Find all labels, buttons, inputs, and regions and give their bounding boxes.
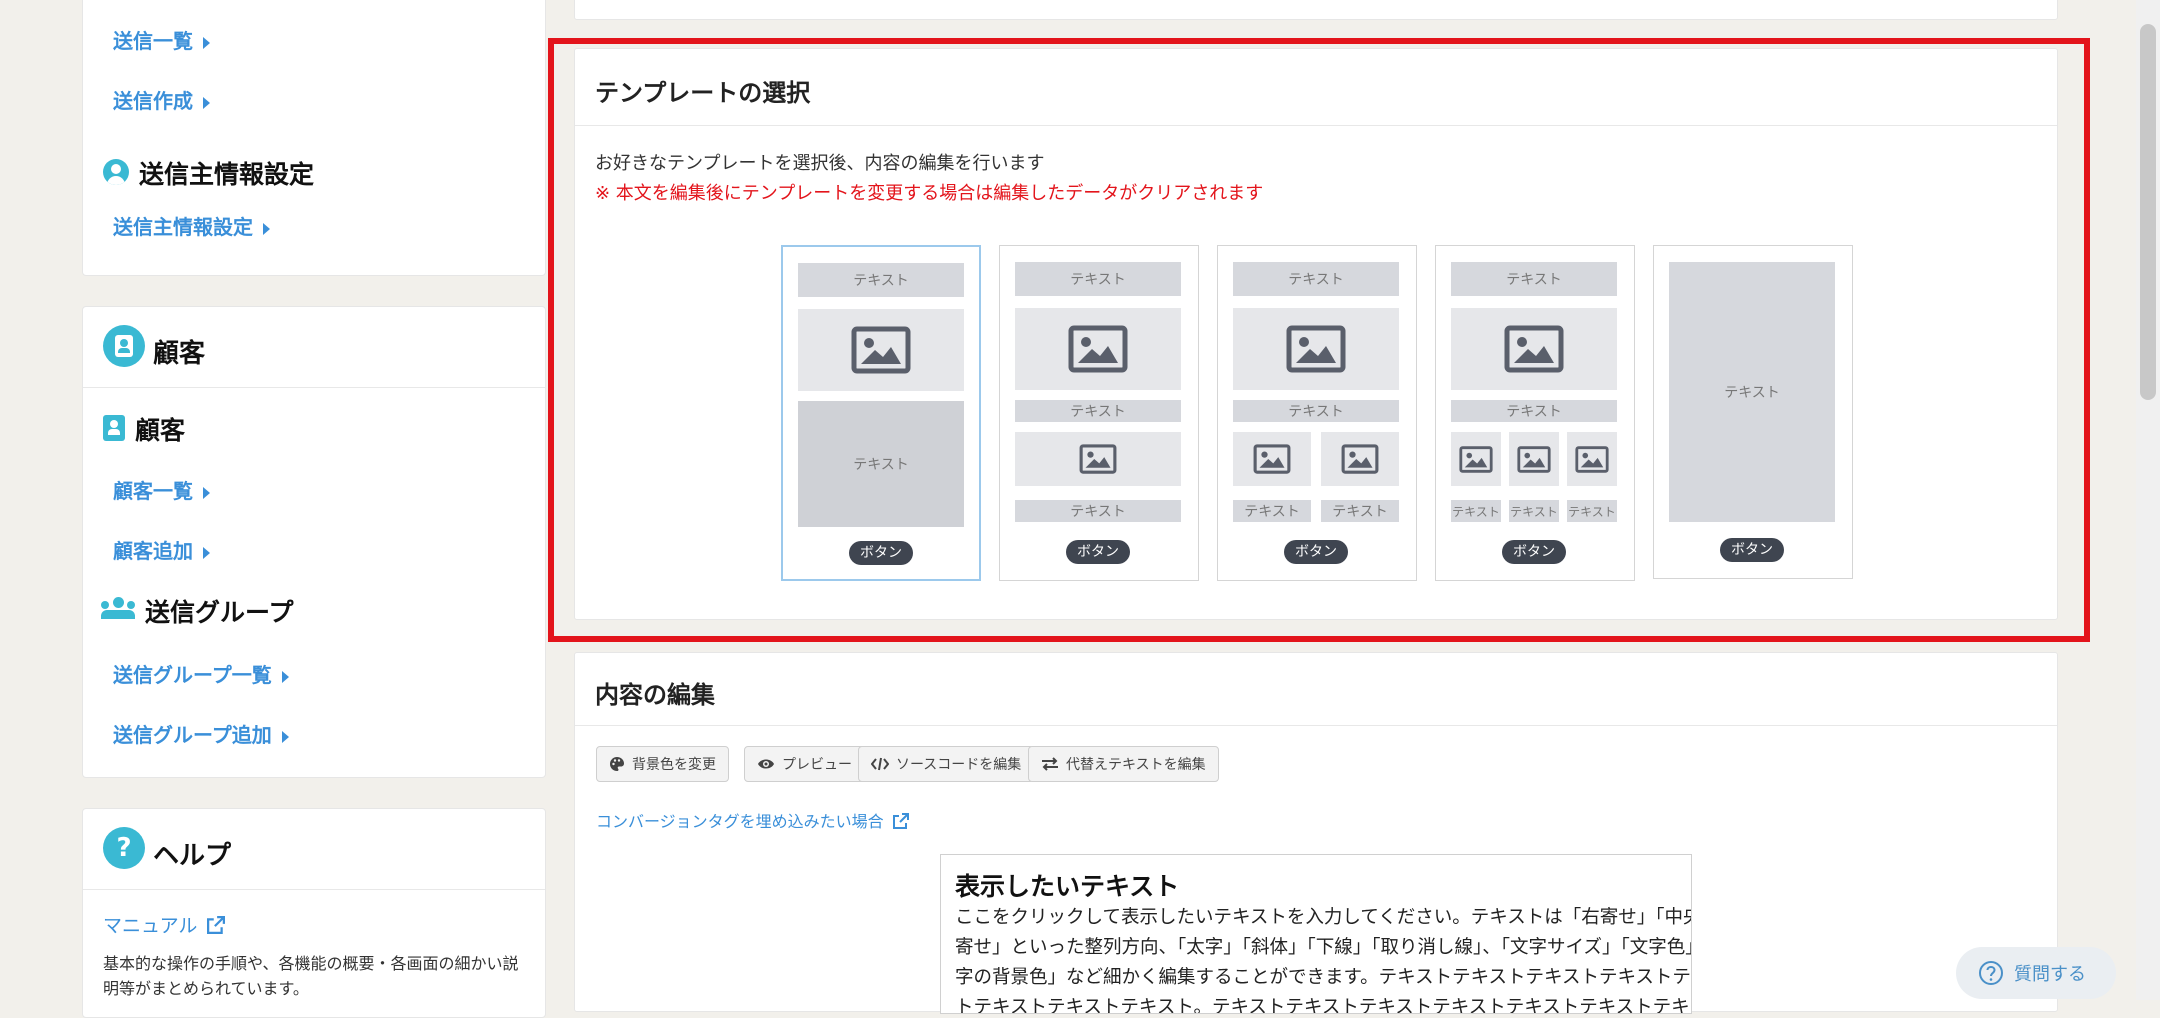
scrollbar-thumb[interactable] [2140,24,2156,400]
sidebar-item-send-create[interactable]: 送信作成 [113,85,210,114]
code-icon [871,757,889,771]
external-link-icon [892,813,909,829]
top-panel-remnant [574,0,2058,20]
palette-icon [610,757,624,771]
users-icon [101,597,135,619]
editor-body-line: 字の背景色」など細かく編集することができます。テキストテキストテキストテキストテ… [955,967,1691,988]
content-edit-title: 内容の編集 [595,681,715,709]
caret-right-icon [281,730,289,743]
question-circle-icon: ? [103,827,145,869]
sidebar-subheading-customer: 顧客 [135,416,186,445]
alt-text-button[interactable]: 代替えテキストを編集 [1028,746,1219,782]
sidebar-item-label: 送信グループ追加 [113,723,272,747]
source-edit-label: ソースコードを編集 [896,757,1022,773]
caret-right-icon [263,222,270,235]
divider [575,725,2057,726]
bg-color-button[interactable]: 背景色を変更 [596,746,729,782]
conversion-tag-link[interactable]: コンバージョンタグを埋め込みたい場合 [596,808,909,832]
sidebar-heading-sender-settings: 送信主情報設定 [139,160,315,189]
sidebar-subheading-send-group: 送信グループ [145,598,294,627]
external-link-icon [207,916,226,934]
editor-body-line: トテキストテキストテキスト。テキストテキストテキストテキストテキストテキストテキ… [955,997,1691,1014]
manual-link[interactable]: マニュアル [103,911,226,938]
manual-description-line: 基本的な操作の手順や、各機能の概要・各画面の細かい説 [103,954,519,973]
caret-right-icon [203,546,210,559]
sidebar-item-label: 顧客一覧 [113,479,193,503]
preview-button[interactable]: プレビュー [744,746,865,782]
sidebar-item-send-list[interactable]: 送信一覧 [113,25,210,54]
editor-body: ここをクリックして表示したいテキストを入力してください。テキストは「右寄せ」「中… [955,903,1692,1014]
sidebar-item-customer-list[interactable]: 顧客一覧 [113,475,210,504]
editor-body-line: 寄せ」といった整列方向、「太字」「斜体」「下線」「取り消し線」、「文字サイズ」「… [955,937,1692,958]
scrollbar-track[interactable] [2136,0,2160,1000]
eye-icon [758,759,774,769]
exchange-icon [1042,757,1058,771]
sidebar-item-label: 送信グループ一覧 [113,663,272,687]
caret-right-icon [203,486,210,499]
editor-body-line: ここをクリックして表示したいテキストを入力してください。テキストは「右寄せ」「中… [955,907,1691,928]
manual-link-label: マニュアル [103,915,198,937]
preview-label: プレビュー [782,757,852,773]
bg-color-label: 背景色を変更 [632,757,716,773]
sidebar-item-group-add[interactable]: 送信グループ追加 [113,719,289,748]
sidebar-send-card: 送信一覧 送信作成 送信主情報設定 送信主情報設定 [82,0,546,276]
manual-description-line: 明等がまとめられています。 [103,979,309,998]
caret-right-icon [203,36,210,49]
sidebar-item-label: 送信主情報設定 [113,215,253,239]
caret-right-icon [281,670,289,683]
alt-text-label: 代替えテキストを編集 [1066,757,1206,773]
divider [83,889,545,890]
divider [83,387,545,388]
sidebar-item-label: 送信作成 [113,89,193,113]
ask-question-label: 質問する [2014,964,2086,985]
address-book-icon [103,415,125,441]
manual-description: 基本的な操作の手順や、各機能の概要・各画面の細かい説 明等がまとめられています。 [103,951,519,1001]
sidebar-heading-customer: 顧客 [153,339,206,369]
caret-right-icon [203,96,210,109]
ask-question-button[interactable]: 質問する [1956,947,2116,999]
sidebar-help-card: ? ヘルプ マニュアル 基本的な操作の手順や、各機能の概要・各画面の細かい説 明… [82,808,546,1018]
highlight-frame [548,38,2090,642]
sidebar-customer-card: 顧客 顧客 顧客一覧 顧客追加 送信グループ 送信グループ一覧 送信グループ追加 [82,306,546,778]
sidebar-item-sender-settings[interactable]: 送信主情報設定 [113,211,270,240]
sidebar-item-label: 顧客追加 [113,539,193,563]
editor-heading: 表示したいテキスト [955,872,1180,901]
address-book-icon [103,325,145,367]
source-edit-button[interactable]: ソースコードを編集 [858,746,1035,782]
template-editor[interactable]: 表示したいテキスト ここをクリックして表示したいテキストを入力してください。テキ… [940,854,1692,1014]
sidebar-item-label: 送信一覧 [113,29,193,53]
conversion-tag-label: コンバージョンタグを埋め込みたい場合 [596,812,884,831]
user-circle-icon [103,159,129,185]
question-circle-icon [1979,961,2003,985]
sidebar-item-customer-add[interactable]: 顧客追加 [113,535,210,564]
sidebar-item-group-list[interactable]: 送信グループ一覧 [113,659,289,688]
sidebar-heading-help: ヘルプ [153,841,232,871]
